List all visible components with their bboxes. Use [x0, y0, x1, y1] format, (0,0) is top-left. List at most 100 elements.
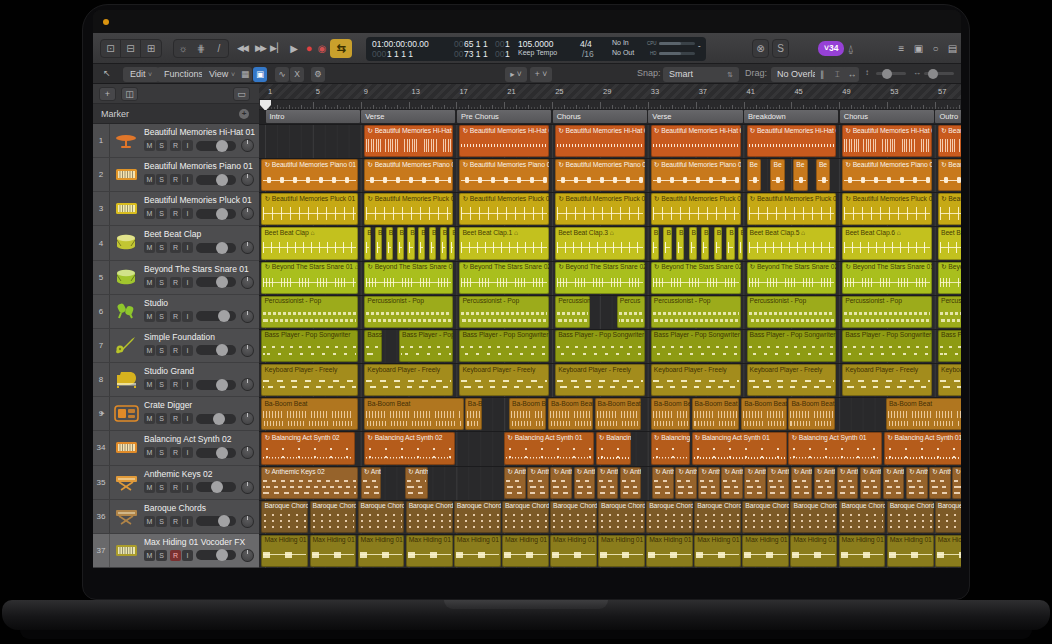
region[interactable]: ↻ Beautiful Memories Hi-Hat 0 [459, 125, 549, 157]
vertical-zoom-button[interactable]: ⌶ [830, 67, 844, 82]
region[interactable]: ↻ Balancing Act Synth 01 [788, 432, 882, 464]
input-monitor-button[interactable]: I [182, 311, 193, 322]
record-enable-button[interactable]: R [170, 174, 181, 185]
volume-slider[interactable] [196, 141, 236, 151]
volume-slider[interactable] [196, 277, 236, 287]
mute-button[interactable]: M [144, 174, 155, 185]
region[interactable]: ↻ Beyond The Stars Snare 01.1 [364, 262, 453, 294]
region[interactable]: Keyboard Player - Freely [555, 364, 645, 396]
mute-button[interactable]: M [144, 140, 155, 151]
region[interactable]: Bass Player - Pop Songwriter [747, 330, 837, 362]
region[interactable]: Ba-Boom Beat [364, 398, 463, 430]
track-header-config-button[interactable]: ▭ [233, 87, 250, 101]
region[interactable]: Be [816, 159, 830, 191]
pan-knob[interactable] [241, 412, 254, 425]
region[interactable]: Keyboard Player - Freely [364, 364, 453, 396]
input-monitor-button[interactable]: I [182, 174, 193, 185]
region[interactable]: ↻ Anthe [620, 467, 642, 499]
region[interactable]: Baroque Chords [646, 501, 693, 533]
region[interactable]: Percussionist - Pop [747, 296, 837, 328]
horizontal-zoom-button[interactable]: ↔ [845, 67, 859, 82]
region[interactable]: ↻ Beautiful Memories Hi-Hat 02.1 [555, 125, 645, 157]
region[interactable]: Baroque Chords [790, 501, 837, 533]
mute-button[interactable]: M [144, 379, 155, 390]
region[interactable]: B [440, 227, 447, 259]
waveform-zoom-button[interactable]: ∥ [815, 67, 829, 82]
region[interactable]: ↻ Beyond The Stars Snare 01.2 [842, 262, 932, 294]
region[interactable]: ↻ Beyond The Stars Snare 02.2 [651, 262, 741, 294]
region[interactable]: Be [747, 159, 761, 191]
track-header-35[interactable]: 35Anthemic Keys 02MSRI [93, 466, 259, 500]
cycle-button[interactable]: ⇆ [330, 39, 352, 58]
region[interactable]: Beet Beat Clap.6 ⌂ [842, 227, 932, 259]
region[interactable]: Max Hiding 01 V [502, 535, 549, 567]
automation-button[interactable]: ∿ [275, 67, 289, 82]
region[interactable]: Baroque Ch [935, 501, 961, 533]
layers-icon[interactable]: ⊟ [121, 40, 141, 57]
region[interactable]: Ba-Boo [465, 398, 482, 430]
region[interactable]: ↻ Beyond The Stars Snare 02.3 [747, 262, 837, 294]
region[interactable]: Beet Beat Clap ⌂ [261, 227, 357, 259]
region[interactable]: Beet Be [938, 227, 961, 259]
region[interactable]: ↻ Beyond The Stars Snare 02.1 [555, 262, 645, 294]
mute-button[interactable]: M [144, 242, 155, 253]
region[interactable]: ↻ Anthe [767, 467, 789, 499]
mixer-icon[interactable]: ⋕ [192, 40, 210, 57]
loop-browser-icon[interactable]: ○ [928, 39, 943, 58]
pan-knob[interactable] [241, 310, 254, 323]
region[interactable]: ↻ Beauti [938, 159, 961, 191]
mute-button[interactable]: M [144, 550, 155, 561]
mute-button[interactable]: M [144, 516, 155, 527]
region[interactable]: ↻ Balancing Act Synth 01 [692, 432, 787, 464]
input-monitor-button[interactable]: I [182, 482, 193, 493]
section-marker[interactable]: Verse [361, 110, 455, 123]
region[interactable]: ↻ Beautiful Memories Piano 01.1 [364, 159, 453, 191]
region[interactable]: Percussionist - Pop [364, 296, 453, 328]
volume-knob[interactable] [216, 549, 228, 561]
pan-knob[interactable] [241, 139, 254, 152]
volume-knob[interactable] [218, 310, 230, 322]
region[interactable]: ↻ Beautiful Memories Pluck 01.1 [364, 193, 453, 225]
region[interactable]: Ba-Boom Beat [595, 398, 641, 430]
region[interactable]: ↻ Anthe [504, 467, 526, 499]
solo-button[interactable]: S [156, 140, 167, 151]
region[interactable]: B [418, 227, 425, 259]
pointer-tool-button[interactable]: ▸ ˅ [505, 67, 527, 82]
pan-knob[interactable] [241, 173, 254, 186]
add-track-button[interactable]: + [99, 87, 116, 101]
autopunch-button[interactable]: ◉ [315, 39, 329, 58]
mute-button[interactable]: M [144, 482, 155, 493]
region[interactable]: ↻ Beautiful Memories Piano 02 [459, 159, 549, 191]
region[interactable]: Max Hiding 01 V [598, 535, 645, 567]
volume-knob[interactable] [216, 174, 228, 186]
region[interactable]: B [714, 227, 722, 259]
record-enable-button[interactable]: R [170, 277, 181, 288]
region[interactable]: ↻ Anthe [791, 467, 813, 499]
region[interactable]: ↻ Anthe [527, 467, 549, 499]
region[interactable]: ↻ Beyond The Stars Snare 02 ⌂⌂ [459, 262, 549, 294]
pan-knob[interactable] [241, 549, 254, 562]
menu-view[interactable]: View ˅ [202, 67, 242, 82]
forward-button[interactable]: ▶▶ [251, 39, 269, 58]
record-enable-button[interactable]: R [170, 242, 181, 253]
section-marker[interactable]: Intro [266, 110, 360, 123]
disclosure-triangle-icon[interactable]: ▸ [101, 409, 105, 417]
record-enable-button[interactable]: R [170, 311, 181, 322]
region[interactable]: Bass Player - Pop Songwriter [842, 330, 932, 362]
volume-knob[interactable] [216, 379, 228, 391]
region[interactable]: B [689, 227, 697, 259]
track-header-9[interactable]: 9▸Crate DiggerMSRI [93, 397, 259, 431]
region[interactable]: ↻ Beautiful Memories Hi-Hat 03.2 [842, 125, 932, 157]
region[interactable]: Bass Player - Pop So [399, 330, 453, 362]
track-header-8[interactable]: 8Studio GrandMSRI [93, 363, 259, 397]
solo-button[interactable]: S [156, 174, 167, 185]
mute-button[interactable]: M [144, 208, 155, 219]
region[interactable]: ↻ Beautiful Memories Pluck 02 [555, 193, 645, 225]
track-header-7[interactable]: 7Simple FoundationMSRI [93, 329, 259, 363]
region[interactable]: ↻ Beautiful Memories Pluck 01 [261, 193, 357, 225]
region[interactable]: ↻ Anthe [597, 467, 619, 499]
region[interactable]: Ba-Boom Beat [548, 398, 593, 430]
solo-button[interactable]: S [156, 516, 167, 527]
volume-slider[interactable] [196, 311, 236, 321]
region[interactable]: Keyboard Player - Freely [261, 364, 357, 396]
